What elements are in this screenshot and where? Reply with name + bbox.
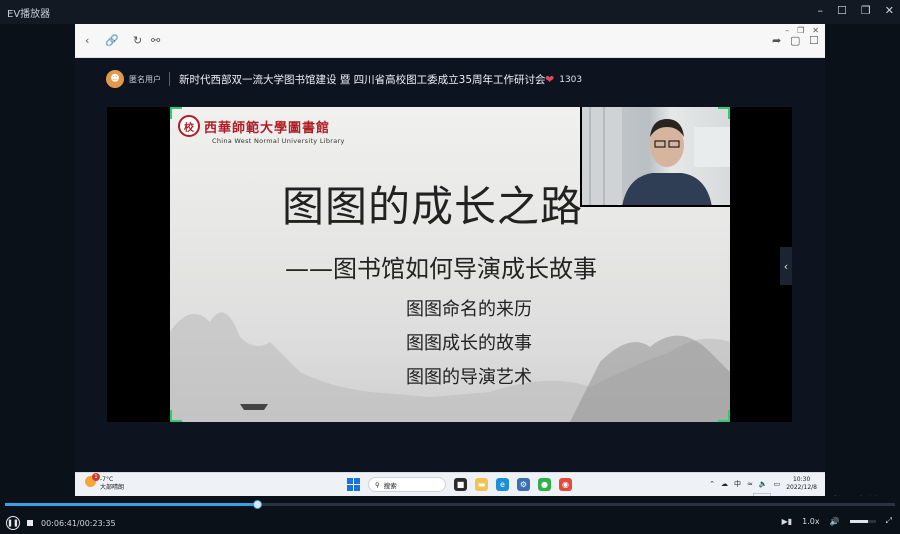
link-icon[interactable]: 🔗: [105, 34, 119, 47]
seek-bar[interactable]: [5, 500, 895, 509]
weather-desc: 大部晴朗: [100, 484, 125, 491]
header-divider: [169, 72, 170, 86]
wifi-icon[interactable]: ≈: [747, 480, 753, 488]
wechat-icon[interactable]: ●: [538, 478, 551, 491]
volume-slider[interactable]: [849, 519, 876, 523]
windows-taskbar: 1 -7°C 大部晴朗 ⚲ 搜索 ■ ▬ e ⚙ ● ◉ ⌃ ☁ 中 ≈ 🔈 ▭: [75, 472, 825, 496]
chevron-left-icon: ‹: [783, 259, 789, 273]
task-view-icon[interactable]: ■: [454, 478, 467, 491]
cloud-icon[interactable]: ☁: [721, 480, 728, 488]
avatar: ☻: [106, 70, 124, 88]
speaker-icon[interactable]: 🔈: [759, 480, 768, 488]
taskbar-search[interactable]: ⚲ 搜索: [368, 477, 446, 492]
speed-button[interactable]: 1.0x: [802, 517, 819, 526]
share-icon[interactable]: ➦: [772, 34, 781, 47]
seek-progress: [5, 503, 257, 506]
likes-count: 1303: [559, 74, 583, 85]
start-icon[interactable]: [347, 478, 360, 491]
globe-icon[interactable]: ⚯: [151, 34, 160, 47]
weather-widget[interactable]: 1 -7°C 大部晴朗: [85, 473, 125, 492]
recorded-browser-window: ‹ 🔗 ↻ ⚯ ➦ ▢ ☐ – ❐ ✕ ☻ 匿名用户 新时代西部双一流大学图书馆…: [75, 24, 825, 496]
heart-icon[interactable]: ❤: [545, 73, 554, 86]
pin-icon[interactable]: ☐: [837, 3, 847, 19]
close-icon[interactable]: ✕: [885, 3, 894, 19]
app-title: EV播放器: [7, 9, 51, 20]
frame-corner-bl: [170, 410, 182, 422]
frame-corner-tl: [170, 107, 182, 119]
clock[interactable]: 10:30 2022/12/8: [786, 476, 817, 492]
cube-icon[interactable]: ▢: [790, 34, 800, 47]
volume-icon[interactable]: 🔊: [830, 517, 840, 526]
browser-close-icon[interactable]: ✕: [812, 26, 819, 35]
bookmark-icon[interactable]: ☐: [809, 34, 819, 47]
frame-corner-tr: [718, 107, 730, 119]
clock-date: 2022/12/8: [786, 484, 817, 491]
refresh-icon[interactable]: ↻: [133, 34, 142, 47]
meeting-title: 新时代西部双一流大学图书馆建设 暨 四川省高校图工委成立35周年工作研讨会: [179, 74, 546, 86]
player-title-bar: EV播放器 – ☐ ❐ ✕: [0, 0, 900, 24]
pause-button[interactable]: ❚❚: [6, 516, 20, 530]
slide-title: 图图的成长之路: [282, 182, 584, 231]
skip-icon[interactable]: ▶▮: [782, 517, 793, 526]
collapse-panel-button[interactable]: ‹: [780, 247, 792, 285]
presenter-figure: [582, 107, 730, 205]
user-name: 匿名用户: [129, 75, 161, 84]
stop-button[interactable]: [27, 520, 33, 526]
chrome-icon[interactable]: ◉: [559, 478, 572, 491]
search-icon: ⚲: [375, 480, 380, 489]
edge-icon[interactable]: e: [496, 478, 509, 491]
slide-point-2: 图图成长的故事: [406, 333, 532, 354]
logo-chinese: 西華師範大學圖書館: [204, 120, 331, 136]
settings-app-icon[interactable]: ⚙: [517, 478, 530, 491]
ime-indicator[interactable]: 中: [734, 479, 741, 489]
battery-icon[interactable]: ▭: [774, 480, 781, 488]
notification-badge: 1: [92, 473, 100, 481]
slide-point-1: 图图命名的来历: [406, 299, 532, 320]
clock-time: 10:30: [792, 476, 811, 483]
volume-level: [849, 519, 868, 523]
video-area: 校 西華師範大學圖書館 China West Normal University…: [107, 107, 792, 422]
frame-corner-br: [718, 410, 730, 422]
browser-minimize-icon[interactable]: –: [785, 26, 789, 35]
meeting-header: ☻ 匿名用户 新时代西部双一流大学图书馆建设 暨 四川省高校图工委成立35周年工…: [75, 70, 825, 96]
presenter-camera: [580, 107, 730, 207]
minimize-icon[interactable]: –: [818, 3, 824, 19]
logo-english: China West Normal University Library: [212, 137, 345, 145]
playback-time: 00:06:41/00:23:35: [41, 519, 116, 528]
search-label: 搜索: [383, 481, 397, 490]
weather-temp: -7°C: [100, 476, 114, 483]
pause-icon: ❚❚: [7, 519, 19, 527]
meeting-stage: ☻ 匿名用户 新时代西部双一流大学图书馆建设 暨 四川省高校图工委成立35周年工…: [75, 58, 825, 472]
restore-icon[interactable]: ❐: [861, 3, 871, 19]
back-icon[interactable]: ‹: [85, 34, 89, 47]
slide-subtitle: ——图书馆如何导演成长故事: [285, 255, 597, 283]
chevron-up-icon[interactable]: ⌃: [709, 480, 715, 488]
seek-handle[interactable]: [252, 500, 262, 509]
browser-toolbar: ‹ 🔗 ↻ ⚯ ➦ ▢ ☐ – ❐ ✕: [75, 24, 825, 58]
likes-counter[interactable]: ❤ 1303: [545, 73, 582, 86]
presentation-slide: 校 西華師範大學圖書館 China West Normal University…: [170, 107, 730, 422]
weather-icon: 1: [85, 473, 100, 487]
browser-restore-icon[interactable]: ❐: [797, 26, 804, 35]
file-explorer-icon[interactable]: ▬: [475, 478, 488, 491]
fullscreen-icon[interactable]: ⤢: [886, 516, 892, 526]
system-tray: ⌃ ☁ 中 ≈ 🔈 ▭ 10:30 2022/12/8: [709, 476, 817, 492]
slide-point-3: 图图的导演艺术: [406, 367, 532, 388]
library-logo: 校 西華師範大學圖書館 China West Normal University…: [178, 115, 344, 145]
player-controls: ❚❚ 00:06:41/00:23:35 ▶▮ 1.0x 🔊 ⤢: [0, 496, 900, 534]
